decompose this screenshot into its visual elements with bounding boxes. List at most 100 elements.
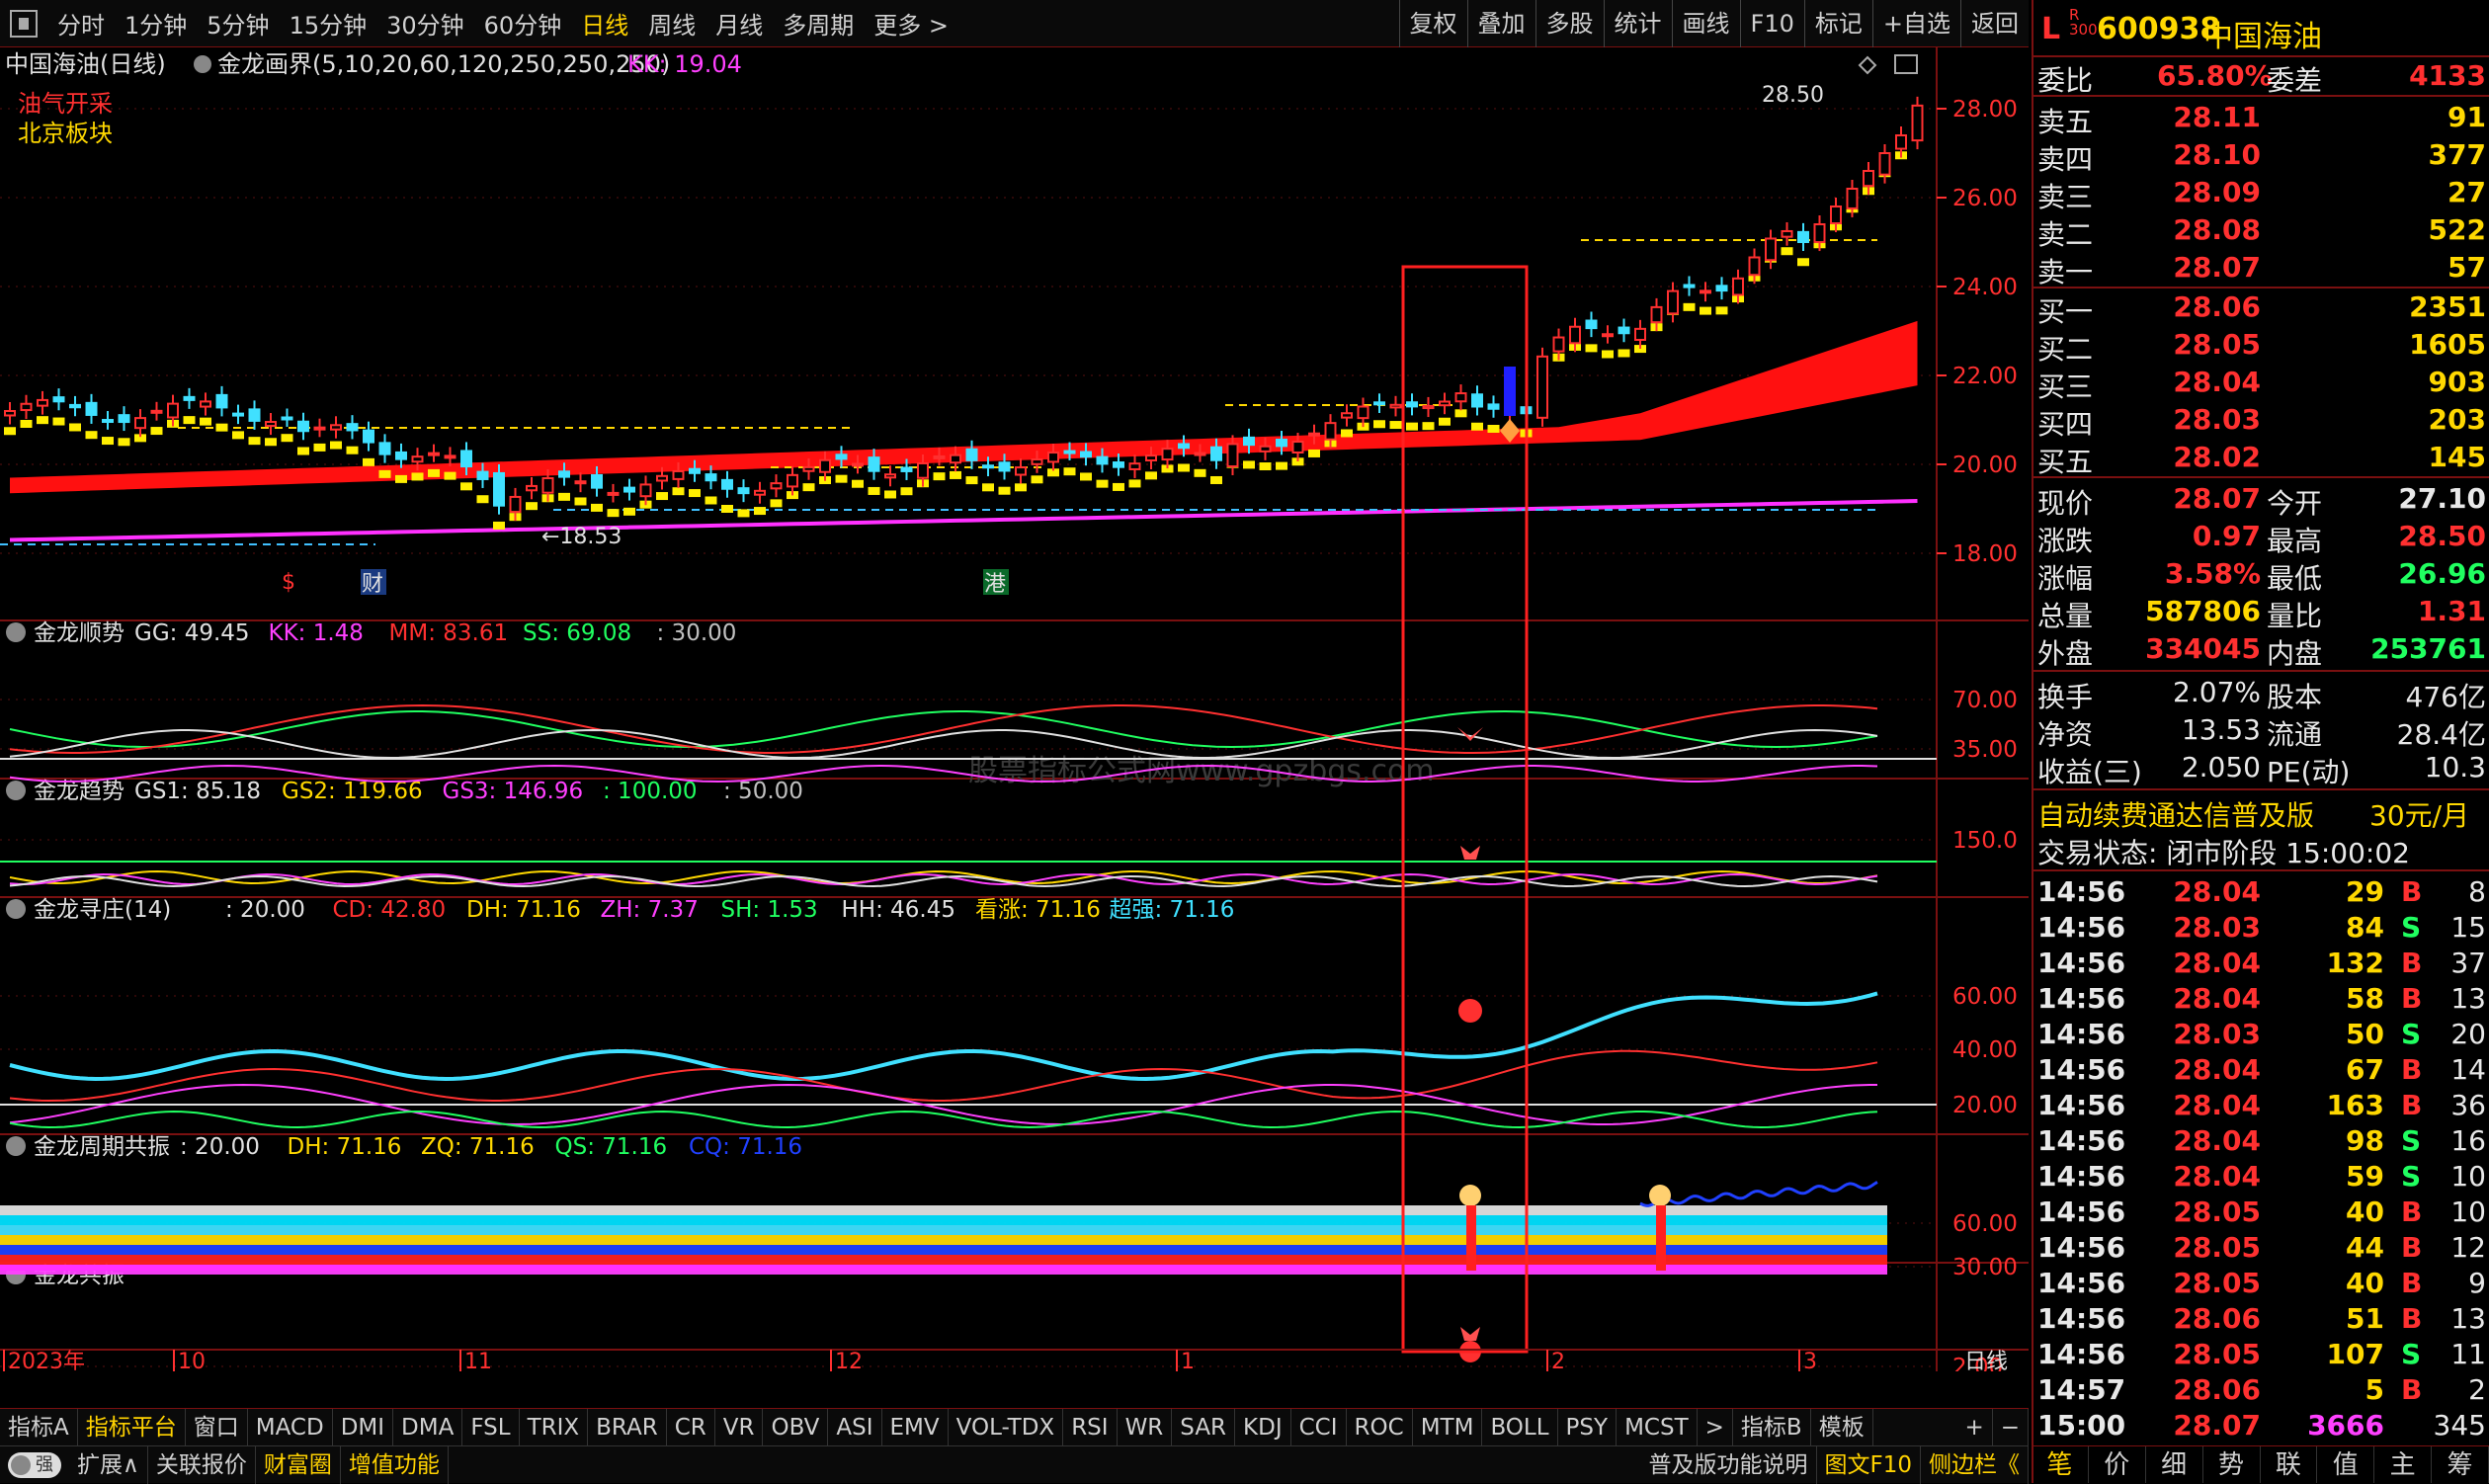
indicator-tab-11[interactable]: OBV (763, 1408, 829, 1446)
panel-2[interactable]: 金龙寻庄(14): 20.00 CD: 42.80 DH: 71.16 ZH: 7.3… (6, 897, 1234, 923)
indicator-tab-2[interactable]: 窗口 (186, 1408, 248, 1446)
panel-1[interactable]: 金龙趋势 GS1: 85.18 GS2: 119.66 GS3: 146.96: 10… (6, 779, 803, 804)
remove-tab-button[interactable]: − (1993, 1408, 2029, 1446)
period-tab-6[interactable]: 日线 (571, 6, 638, 41)
quote-tab-6[interactable]: 主 (2374, 1446, 2433, 1483)
extend-item-2[interactable]: 财富圈 (256, 1445, 341, 1484)
panel-menu-icon[interactable] (6, 1136, 26, 1156)
indicator-tab-24[interactable]: MCST (1617, 1408, 1698, 1446)
panel-0[interactable]: 金龙顺势 GG: 49.45 KK: 1.48 MM: 83.61 SS: 69.08:… (6, 620, 736, 646)
indicator-tab-21[interactable]: MTM (1413, 1408, 1483, 1446)
indicator-tab-4[interactable]: DMI (333, 1408, 394, 1446)
side-link-1[interactable]: 图文F10 (1817, 1445, 1921, 1484)
indicator-tab-3[interactable]: MACD (248, 1408, 333, 1446)
quote-tab-5[interactable]: 值 (2317, 1446, 2375, 1483)
bid-row[interactable]: 买三 28.04 903 (2033, 364, 2489, 403)
period-tab-2[interactable]: 5分钟 (197, 6, 279, 41)
tool-button-8[interactable]: 返回 (1960, 0, 2029, 47)
indicator-tab-15[interactable]: RSI (1063, 1408, 1118, 1446)
indicator-tab-27[interactable]: 模板 (1811, 1408, 1873, 1446)
indicator-tab-26[interactable]: 指标B (1733, 1408, 1811, 1446)
y-axis-label: 26.00 (1952, 186, 2018, 211)
tool-button-3[interactable]: 统计 (1603, 0, 1672, 47)
indicator-tab-25[interactable]: > (1698, 1408, 1733, 1446)
indicator-tab-1[interactable]: 指标平台 (78, 1408, 186, 1446)
indicator-tab-8[interactable]: BRAR (588, 1408, 667, 1446)
add-tab-button[interactable]: + (1956, 1408, 1993, 1446)
ask-row[interactable]: 卖三 28.09 27 (2033, 174, 2489, 213)
bid-row[interactable]: 买五 28.02 145 (2033, 439, 2489, 478)
ad-banner[interactable]: 自动续费通达信普及版 30元/月 (2033, 792, 2489, 832)
side-link-0[interactable]: 普及版功能说明 (1641, 1445, 1817, 1484)
bid-row[interactable]: 买四 28.03 203 (2033, 401, 2489, 441)
indicator-tab-18[interactable]: KDJ (1235, 1408, 1291, 1446)
panel-3[interactable]: 金龙周期共振: 20.00 DH: 71.16 ZQ: 71.16 QS: 71.16… (6, 1134, 802, 1160)
indicator-tab-0[interactable]: 指标A (0, 1408, 78, 1446)
diamond-icon[interactable] (1858, 55, 1877, 75)
period-tab-10[interactable]: 更多 > (864, 6, 958, 41)
bid-row[interactable]: 买二 28.05 1605 (2033, 326, 2489, 366)
panel-menu-icon[interactable] (6, 622, 26, 642)
stat-value: 334045 (2145, 632, 2261, 665)
indicator-tab-7[interactable]: TRIX (520, 1408, 589, 1446)
quote-tab-2[interactable]: 细 (2146, 1446, 2203, 1483)
ask-row[interactable]: 卖五 28.11 91 (2033, 99, 2489, 138)
indicator-tab-5[interactable]: DMA (393, 1408, 463, 1446)
ad-price[interactable]: 30元/月 (2369, 794, 2469, 834)
tick-row: 14:56 28.04 98 S 16 (2033, 1122, 2489, 1158)
tick-price: 28.04 (2173, 947, 2261, 979)
extend-item-0[interactable]: 扩展∧ (69, 1445, 148, 1484)
side-link-2[interactable]: 侧边栏《 (1921, 1445, 2029, 1484)
ask-row[interactable]: 卖二 28.08 522 (2033, 211, 2489, 251)
window-toggle-icon[interactable] (10, 9, 38, 38)
kline-chart[interactable]: 28.00 26.00 24.00 22.00 20.00 18.00 中国海油(日线) 金龙… (0, 47, 2029, 1420)
tick-count: 8 (2468, 875, 2486, 908)
period-tab-3[interactable]: 15分钟 (280, 6, 377, 41)
indicator-tab-17[interactable]: SAR (1172, 1408, 1236, 1446)
indicator-tab-6[interactable]: FSL (462, 1408, 520, 1446)
indicator-dropdown-icon[interactable] (194, 55, 211, 73)
bid-row[interactable]: 买一 28.06 2351 (2033, 289, 2489, 328)
chart-area[interactable]: 28.00 26.00 24.00 22.00 20.00 18.00 中国海油(日线) 金龙… (0, 47, 2029, 1420)
ask-row[interactable]: 卖一 28.07 57 (2033, 249, 2489, 289)
tool-button-2[interactable]: 多股 (1535, 0, 1604, 47)
strength-toggle[interactable]: 强 (8, 1451, 61, 1478)
indicator-tab-13[interactable]: EMV (882, 1408, 949, 1446)
tool-button-4[interactable]: 画线 (1671, 0, 1740, 47)
ask-row[interactable]: 卖四 28.10 377 (2033, 136, 2489, 176)
extend-item-3[interactable]: 增值功能 (341, 1445, 449, 1484)
quote-tab-3[interactable]: 势 (2203, 1446, 2261, 1483)
period-tab-9[interactable]: 多周期 (773, 6, 864, 41)
tool-button-7[interactable]: +自选 (1871, 0, 1960, 47)
quote-tab-7[interactable]: 筹 (2432, 1446, 2489, 1483)
panel-menu-icon[interactable] (6, 781, 26, 800)
tool-button-0[interactable]: 复权 (1398, 0, 1467, 47)
extend-item-1[interactable]: 关联报价 (148, 1445, 256, 1484)
y-axis-label: 40.00 (1952, 1037, 2018, 1063)
indicator-tab-19[interactable]: CCI (1291, 1408, 1347, 1446)
period-tab-1[interactable]: 1分钟 (115, 6, 197, 41)
quote-tab-4[interactable]: 联 (2261, 1446, 2318, 1483)
indicator-tab-12[interactable]: ASI (828, 1408, 882, 1446)
indicator-name[interactable]: 金龙画界(5,10,20,60,120,250,250,250) (217, 50, 670, 78)
quote-tab-1[interactable]: 价 (2089, 1446, 2146, 1483)
indicator-tab-22[interactable]: BOLL (1482, 1408, 1558, 1446)
ad-text[interactable]: 自动续费通达信普及版 (2037, 794, 2314, 834)
tool-button-1[interactable]: 叠加 (1466, 0, 1535, 47)
period-tab-8[interactable]: 月线 (705, 6, 773, 41)
panel-toggle-icon[interactable] (1894, 54, 1918, 74)
indicator-tab-16[interactable]: WR (1118, 1408, 1173, 1446)
quote-tab-0[interactable]: 笔 (2032, 1446, 2089, 1483)
indicator-tab-10[interactable]: VR (715, 1408, 764, 1446)
indicator-tab-20[interactable]: ROC (1347, 1408, 1413, 1446)
period-tab-0[interactable]: 分时 (47, 6, 115, 41)
indicator-tab-14[interactable]: VOL-TDX (949, 1408, 1064, 1446)
panel-menu-icon[interactable] (6, 899, 26, 919)
period-tab-7[interactable]: 周线 (638, 6, 705, 41)
indicator-tab-9[interactable]: CR (667, 1408, 715, 1446)
period-tab-5[interactable]: 60分钟 (474, 6, 572, 41)
tool-button-5[interactable]: F10 (1739, 0, 1804, 47)
tool-button-6[interactable]: 标记 (1803, 0, 1872, 47)
period-tab-4[interactable]: 30分钟 (376, 6, 474, 41)
indicator-tab-23[interactable]: PSY (1558, 1408, 1618, 1446)
